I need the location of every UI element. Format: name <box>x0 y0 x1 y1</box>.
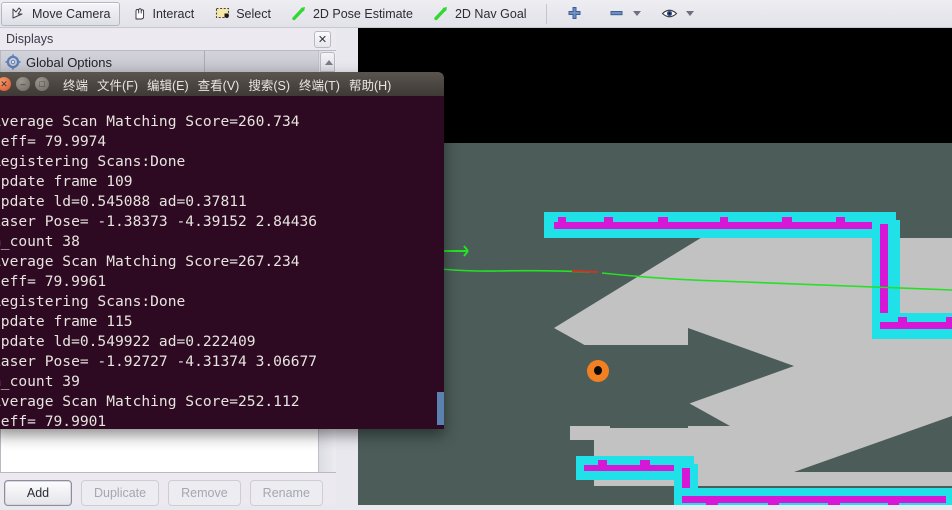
green-arrow-icon <box>291 5 308 22</box>
terminal-scrollbar-thumb[interactable] <box>437 392 444 425</box>
tool-select-label: Select <box>236 6 271 21</box>
tool-interact[interactable]: Interact <box>122 2 204 26</box>
minus-icon <box>608 5 625 22</box>
terminal-output[interactable]: Average Scan Matching Score=260.734 neff… <box>0 96 444 429</box>
rename-button: Rename <box>249 480 323 506</box>
menu-help[interactable]: 帮助(H) <box>349 75 391 94</box>
terminal-titlebar[interactable]: ✕ – □ 终端 文件(F) 编辑(E) 查看(V) 搜索(S) 终端(T) 帮… <box>0 72 444 96</box>
gear-icon <box>5 54 21 70</box>
menu-file[interactable]: 文件(F) <box>97 75 138 94</box>
remove-button: Remove <box>168 480 241 506</box>
scroll-up-icon[interactable] <box>320 52 335 72</box>
tool-select[interactable]: Select <box>205 2 280 26</box>
remove-tool-button[interactable] <box>599 2 650 26</box>
close-icon[interactable]: ✕ <box>314 31 331 48</box>
tree-item-label: Global Options <box>26 54 112 70</box>
menu-view[interactable]: 查看(V) <box>198 75 240 94</box>
terminal-scrollbar-track[interactable] <box>437 96 444 429</box>
page-title: Displays <box>6 32 54 46</box>
chevron-down-icon[interactable] <box>685 11 694 16</box>
menu-search[interactable]: 搜索(S) <box>248 75 290 94</box>
menu-terminal2[interactable]: 终端(T) <box>299 75 340 94</box>
terminal-menubar: 终端 文件(F) 编辑(E) 查看(V) 搜索(S) 终端(T) 帮助(H) <box>63 75 400 94</box>
tool-2d-nav-goal[interactable]: 2D Nav Goal <box>424 2 536 26</box>
tool-move-camera[interactable]: Move Camera <box>1 1 120 26</box>
tool-2d-pose-estimate-label: 2D Pose Estimate <box>312 6 413 21</box>
displays-panel-header: Displays ✕ <box>0 28 336 50</box>
hand-pointer-icon <box>131 5 148 22</box>
robot-path <box>385 245 952 291</box>
eye-icon <box>661 5 678 22</box>
menu-terminal[interactable]: 终端 <box>63 75 88 94</box>
window-maximize-icon[interactable]: □ <box>35 77 49 91</box>
green-arrow-icon <box>433 5 450 22</box>
duplicate-button: Duplicate <box>81 480 160 506</box>
menu-edit[interactable]: 编辑(E) <box>147 75 189 94</box>
rviz-3d-viewport[interactable] <box>358 28 952 505</box>
terminal-window[interactable]: ✕ – □ 终端 文件(F) 编辑(E) 查看(V) 搜索(S) 终端(T) 帮… <box>0 72 444 429</box>
window-minimize-icon[interactable]: – <box>16 77 30 91</box>
visibility-button[interactable] <box>652 2 703 26</box>
tool-2d-nav-goal-label: 2D Nav Goal <box>454 6 527 21</box>
plus-icon <box>566 5 583 22</box>
toolbar-separator <box>545 3 547 24</box>
rviz-toolbar: Move Camera Interact Select 2D Pose Esti… <box>0 0 952 28</box>
tool-move-camera-label: Move Camera <box>32 6 111 21</box>
tree-item-global-options[interactable]: Global Options <box>1 51 336 74</box>
robot-pose-marker <box>587 360 609 382</box>
move-camera-icon <box>10 5 27 22</box>
selection-rectangle-icon <box>214 5 231 22</box>
add-tool-button[interactable] <box>557 2 597 26</box>
tool-interact-label: Interact <box>152 6 195 21</box>
terminal-text: Average Scan Matching Score=260.734 neff… <box>0 112 318 429</box>
chevron-down-icon[interactable] <box>632 11 641 16</box>
tree-column-divider <box>204 51 205 73</box>
window-close-icon[interactable]: ✕ <box>0 77 11 91</box>
tool-2d-pose-estimate[interactable]: 2D Pose Estimate <box>282 2 422 26</box>
add-button[interactable]: Add <box>4 480 72 506</box>
